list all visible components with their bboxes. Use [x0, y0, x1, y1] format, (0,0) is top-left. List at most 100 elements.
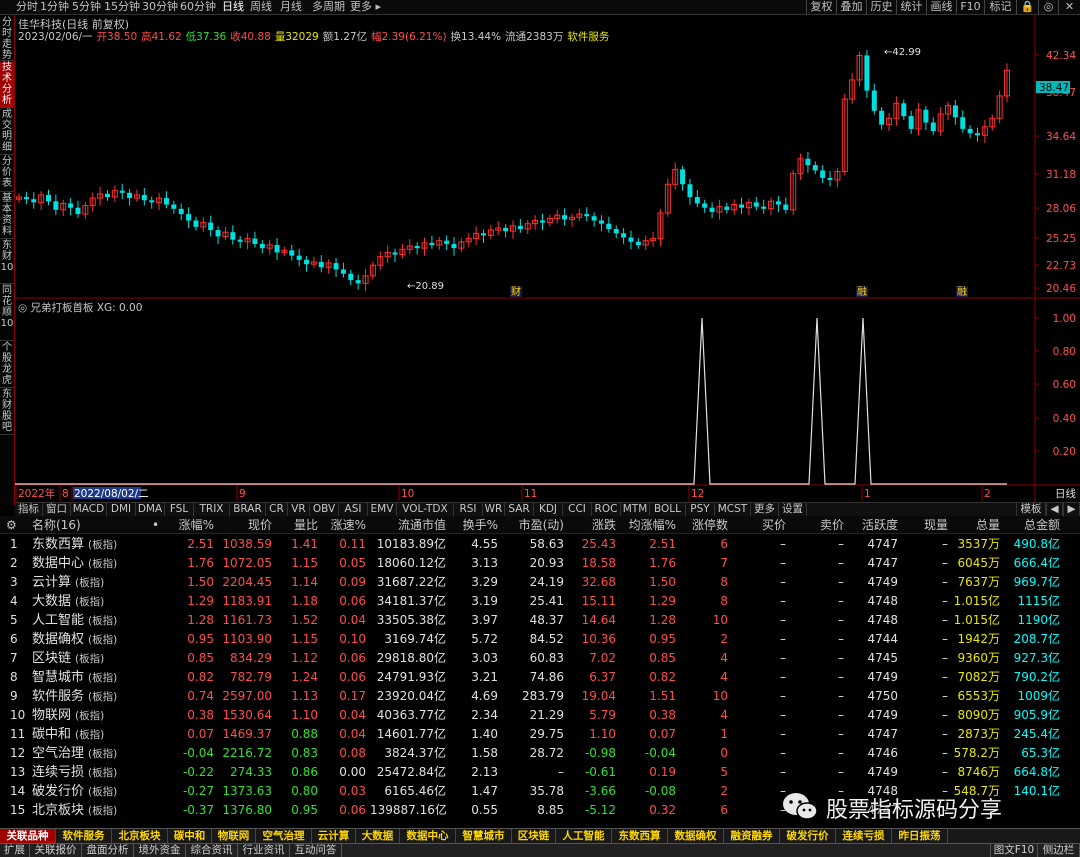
period-tab[interactable]: 月线: [280, 0, 302, 14]
sector-name[interactable]: 数据中心 (板指): [32, 554, 142, 573]
status-tab[interactable]: 行业资讯: [238, 844, 290, 857]
column-header[interactable]: 总金额: [1004, 516, 1060, 534]
block-tab[interactable]: 东数西算: [612, 829, 668, 843]
sector-name[interactable]: 云计算 (板指): [32, 573, 142, 592]
sector-name[interactable]: 大数据 (板指): [32, 592, 142, 611]
history-button[interactable]: 历史: [866, 0, 896, 14]
block-tab[interactable]: 碳中和: [168, 829, 212, 843]
table-row[interactable]: 7 区块链 (板指) 0.85 834.29 1.12 0.06 29818.80亿 3.03 6…: [0, 649, 1080, 668]
indicator-tab[interactable]: VR: [288, 503, 310, 516]
indicator-tab[interactable]: FSL: [165, 503, 194, 516]
period-tab[interactable]: 1分钟: [40, 0, 69, 14]
indicator-tab[interactable]: ROC: [592, 503, 621, 516]
vtab-price-table[interactable]: 分价表: [0, 156, 14, 192]
column-header[interactable]: 均涨幅%: [620, 516, 676, 534]
vtab-trades[interactable]: 成交明细: [0, 109, 14, 155]
indicator-tab[interactable]: MACD: [71, 503, 107, 516]
table-row[interactable]: 4 大数据 (板指) 1.29 1183.91 1.18 0.06 34181.37亿 3.19…: [0, 592, 1080, 611]
lock-icon[interactable]: 🔒: [1016, 0, 1038, 14]
vtab-basic-info[interactable]: 基本资料: [0, 193, 14, 239]
block-tab[interactable]: 软件服务: [56, 829, 112, 843]
sector-name[interactable]: 物联网 (板指): [32, 706, 142, 725]
block-tab[interactable]: 北京板块: [112, 829, 168, 843]
column-header[interactable]: 量比: [276, 516, 318, 534]
status-tab[interactable]: 综合资讯: [186, 844, 238, 857]
gear-icon[interactable]: ⚙: [6, 516, 20, 534]
period-tab[interactable]: 30分钟: [142, 0, 178, 14]
table-row[interactable]: 13 连续亏损 (板指) -0.22 274.33 0.86 0.00 25472.84亿 2.…: [0, 763, 1080, 782]
column-header[interactable]: 买价: [742, 516, 786, 534]
block-tab[interactable]: 数据确权: [668, 829, 724, 843]
sidebar-toggle[interactable]: 侧边栏: [1038, 844, 1080, 857]
indicator-tab[interactable]: 更多: [751, 503, 779, 516]
indicator-tab[interactable]: TRIX: [194, 503, 230, 516]
table-row[interactable]: 5 人工智能 (板指) 1.28 1161.73 1.52 0.04 33505.38亿 3.9…: [0, 611, 1080, 630]
vtab-intraday[interactable]: 分时走势: [0, 17, 14, 61]
indicator-tab[interactable]: DMA: [136, 503, 165, 516]
vtab-eastmoney-10[interactable]: 东财10: [0, 240, 14, 284]
sector-name[interactable]: 智慧城市 (板指): [32, 668, 142, 687]
indicator-tab[interactable]: DMI: [107, 503, 136, 516]
status-tab[interactable]: 关联报价: [30, 844, 82, 857]
column-header[interactable]: 涨跌: [568, 516, 616, 534]
block-tab[interactable]: 连续亏损: [836, 829, 892, 843]
more-periods-button[interactable]: 更多 ▸: [350, 0, 381, 14]
sector-name[interactable]: 软件服务 (板指): [32, 687, 142, 706]
column-header[interactable]: 总量: [952, 516, 1000, 534]
f10-text-button[interactable]: 图文F10: [990, 844, 1038, 857]
column-header[interactable]: 活跃度: [848, 516, 898, 534]
indicator-tab[interactable]: WR: [483, 503, 505, 516]
block-tab[interactable]: 昨日振荡: [892, 829, 948, 843]
status-tab[interactable]: 境外资金: [134, 844, 186, 857]
sector-name[interactable]: 区块链 (板指): [32, 649, 142, 668]
sector-name[interactable]: 连续亏损 (板指): [32, 763, 142, 782]
block-tab[interactable]: 空气治理: [256, 829, 312, 843]
indicator-tab[interactable]: SAR: [505, 503, 534, 516]
status-tab[interactable]: 扩展: [0, 844, 30, 857]
template-button[interactable]: 模板: [1016, 503, 1046, 516]
draw-button[interactable]: 画线: [926, 0, 956, 14]
period-tab[interactable]: 15分钟: [104, 0, 140, 14]
period-tab[interactable]: 60分钟: [180, 0, 216, 14]
period-tab[interactable]: 5分钟: [72, 0, 101, 14]
table-row[interactable]: 1 东数西算 (板指) 2.51 1038.59 1.41 0.11 10183.89亿 4.5…: [0, 535, 1080, 554]
block-tab[interactable]: 融资融券: [724, 829, 780, 843]
indicator-tab[interactable]: BOLL: [650, 503, 686, 516]
block-tab[interactable]: 云计算: [312, 829, 356, 843]
indicator-tab[interactable]: RSI: [454, 503, 483, 516]
table-row[interactable]: 3 云计算 (板指) 1.50 2204.45 1.14 0.09 31687.22亿 3.29…: [0, 573, 1080, 592]
related-products-tab[interactable]: 关联品种: [0, 829, 56, 843]
sector-name[interactable]: 人工智能 (板指): [32, 611, 142, 630]
block-tab[interactable]: 智慧城市: [456, 829, 512, 843]
column-header[interactable]: 换手%: [452, 516, 498, 534]
column-header[interactable]: 名称(16): [32, 516, 142, 534]
column-header[interactable]: 市盈(动): [502, 516, 564, 534]
sector-name[interactable]: 空气治理 (板指): [32, 744, 142, 763]
indicator-tab[interactable]: 设置: [779, 503, 807, 516]
indicator-tab[interactable]: KDJ: [534, 503, 563, 516]
block-tab[interactable]: 人工智能: [556, 829, 612, 843]
column-header[interactable]: 卖价: [792, 516, 844, 534]
column-header[interactable]: 现价: [222, 516, 272, 534]
table-row[interactable]: 6 数据确权 (板指) 0.95 1103.90 1.15 0.10 3169.74亿 5.72…: [0, 630, 1080, 649]
column-header[interactable]: 涨幅%: [168, 516, 214, 534]
adjust-button[interactable]: 复权: [806, 0, 836, 14]
sector-name[interactable]: 北京板块 (板指): [32, 801, 142, 820]
table-row[interactable]: 11 碳中和 (板指) 0.07 1469.37 0.88 0.04 14601.77亿 1.4…: [0, 725, 1080, 744]
sector-name[interactable]: 东数西算 (板指): [32, 535, 142, 554]
table-row[interactable]: 2 数据中心 (板指) 1.76 1072.05 1.15 0.05 18060.12亿 3.1…: [0, 554, 1080, 573]
indicator-tab[interactable]: VOL-TDX: [397, 503, 454, 516]
indicator-tab[interactable]: EMV: [368, 503, 397, 516]
status-tab[interactable]: 互动问答: [290, 844, 342, 857]
indicator-tab[interactable]: ASI: [339, 503, 368, 516]
block-tab[interactable]: 大数据: [356, 829, 400, 843]
column-header[interactable]: 涨速%: [322, 516, 366, 534]
scroll-left-icon[interactable]: ◀: [1046, 503, 1063, 516]
vtab-forum[interactable]: 东财股吧: [0, 389, 14, 435]
indicator-tab[interactable]: BRAR: [230, 503, 266, 516]
scroll-right-icon[interactable]: ▶: [1063, 503, 1080, 516]
indicator-tab[interactable]: 指标: [15, 503, 43, 516]
sector-name[interactable]: 破发行价 (板指): [32, 782, 142, 801]
indicator-tab[interactable]: 窗口: [43, 503, 71, 516]
table-row[interactable]: 8 智慧城市 (板指) 0.82 782.79 1.24 0.06 24791.93亿 3.21…: [0, 668, 1080, 687]
